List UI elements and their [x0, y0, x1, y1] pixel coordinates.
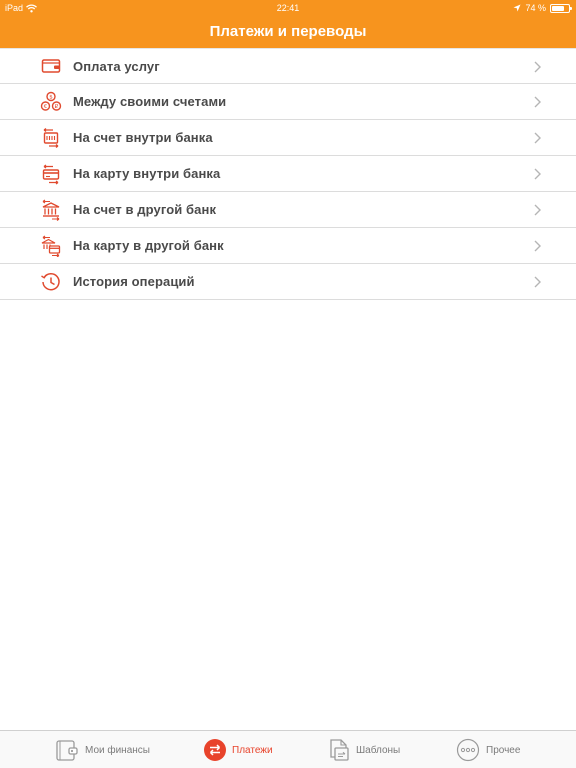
- more-dots-icon: [456, 738, 480, 762]
- transfer-arrows-icon: [204, 739, 226, 761]
- svg-text:€: €: [44, 104, 48, 110]
- payments-menu: Оплата услуг $ € ₽ Между своими счетами …: [0, 48, 576, 300]
- account-transfer-icon: [43, 127, 59, 148]
- tab-bar: Мои финансы Платежи Шаблоны Прочее: [0, 730, 576, 768]
- tab-label: Мои финансы: [85, 744, 150, 756]
- tab-label: Прочее: [486, 744, 521, 756]
- card-transfer-icon: [42, 164, 60, 184]
- wallet-icon: [41, 59, 61, 73]
- tab-label: Платежи: [232, 744, 273, 756]
- chevron-right-icon: [534, 61, 541, 73]
- wallet-icon: [56, 740, 78, 761]
- menu-item-label: Между своими счетами: [73, 94, 227, 109]
- battery-icon: [550, 3, 572, 13]
- tab-my-finances[interactable]: Мои финансы: [55, 731, 150, 768]
- menu-item-label: Оплата услуг: [73, 58, 160, 74]
- battery-percent: 74 %: [525, 3, 546, 13]
- location-arrow-icon: [513, 4, 521, 12]
- chevron-right-icon: [534, 168, 541, 180]
- tab-payments[interactable]: Платежи: [204, 731, 273, 768]
- status-right: 74 %: [513, 0, 572, 16]
- chevron-right-icon: [534, 240, 541, 252]
- chevron-right-icon: [534, 276, 541, 288]
- svg-text:$: $: [49, 94, 53, 100]
- menu-item-label: На счет внутри банка: [73, 130, 213, 145]
- menu-item-between-own-accounts[interactable]: $ € ₽ Между своими счетами: [0, 84, 576, 120]
- currency-exchange-icon: $ € ₽: [40, 91, 62, 111]
- status-time: 22:41: [276, 3, 300, 13]
- header-bar: iPad 22:41 74 % Платежи и переводы: [0, 0, 576, 48]
- menu-item-label: На счет в другой банк: [73, 202, 217, 217]
- menu-item-label: История операций: [73, 274, 195, 289]
- menu-item-to-card-within-bank[interactable]: На карту внутри банка: [0, 156, 576, 192]
- tab-other[interactable]: Прочее: [456, 731, 520, 768]
- svg-text:₽: ₽: [55, 104, 59, 110]
- menu-item-to-account-within-bank[interactable]: На счет внутри банка: [0, 120, 576, 156]
- menu-item-to-card-other-bank[interactable]: На карту в другой банк: [0, 228, 576, 264]
- status-bar: iPad 22:41 74 %: [0, 0, 576, 16]
- templates-icon: [330, 739, 349, 761]
- chevron-right-icon: [534, 204, 541, 216]
- chevron-right-icon: [534, 96, 541, 108]
- menu-item-to-account-other-bank[interactable]: На счет в другой банк: [0, 192, 576, 228]
- menu-item-label: На карту внутри банка: [73, 166, 221, 181]
- menu-item-services-payment[interactable]: Оплата услуг: [0, 48, 576, 84]
- tab-templates[interactable]: Шаблоны: [328, 731, 400, 768]
- menu-item-operations-history[interactable]: История операций: [0, 264, 576, 300]
- history-clock-icon: [41, 272, 60, 290]
- tab-label: Шаблоны: [356, 744, 401, 756]
- chevron-right-icon: [534, 132, 541, 144]
- menu-item-label: На карту в другой банк: [73, 238, 224, 253]
- bank-account-transfer-icon: [42, 199, 60, 221]
- page-title: Платежи и переводы: [209, 23, 367, 40]
- bank-card-transfer-icon: [41, 235, 61, 257]
